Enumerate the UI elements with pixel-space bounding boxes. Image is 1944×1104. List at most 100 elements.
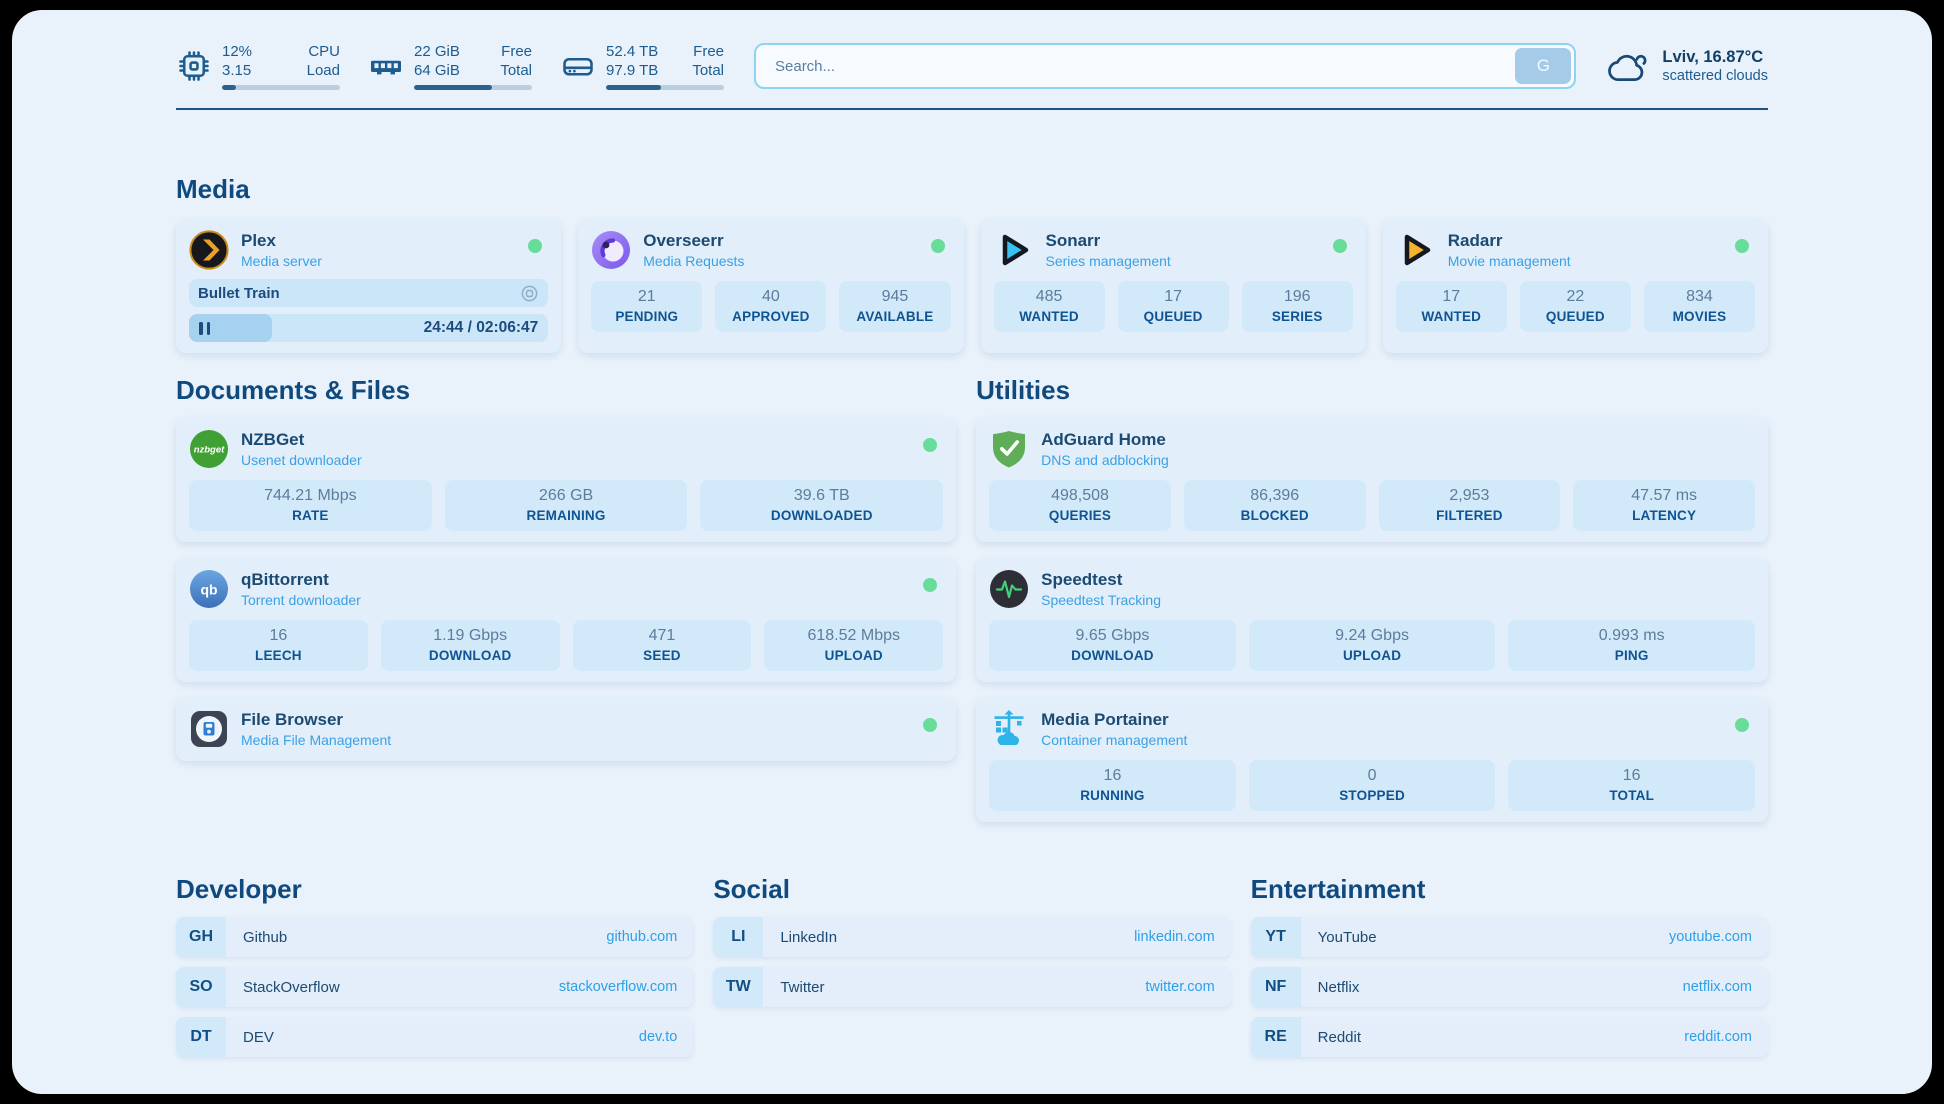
- disk-progress-track: [606, 85, 724, 90]
- service-card-sonarr[interactable]: Sonarr Series management 485 WANTED 17 Q…: [981, 219, 1366, 353]
- bookmark-group-developer: Developer GH Github github.com SO StackO…: [176, 874, 693, 1057]
- nzbget-icon: nzbget: [189, 429, 229, 469]
- status-dot: [1735, 718, 1749, 732]
- bookmark-stackoverflow[interactable]: SO StackOverflow stackoverflow.com: [176, 967, 693, 1007]
- qbittorrent-icon: qb: [189, 569, 229, 609]
- stat-box: 9.24 Gbps UPLOAD: [1249, 620, 1496, 671]
- bookmark-name: Github: [243, 929, 606, 946]
- service-card-overseerr[interactable]: Overseerr Media Requests 21 PENDING 40 A…: [578, 219, 963, 353]
- service-subtitle: DNS and adblocking: [1041, 452, 1169, 468]
- topbar-divider: [176, 108, 1768, 110]
- bookmark-name: Reddit: [1318, 1029, 1685, 1046]
- service-card-speedtest[interactable]: Speedtest Speedtest Tracking 9.65 Gbps D…: [976, 558, 1768, 682]
- resource-widgets: 12% 3.15 CPU Load: [176, 42, 724, 90]
- memory-total: 64 GiB: [414, 61, 460, 80]
- stat-box: 47.57 ms LATENCY: [1573, 480, 1755, 531]
- service-card-radarr[interactable]: Radarr Movie management 17 WANTED 22 QUE…: [1383, 219, 1768, 353]
- now-playing-row: Bullet Train: [189, 279, 548, 307]
- bookmark-group-social: Social LI LinkedIn linkedin.com TW Twitt…: [713, 874, 1230, 1007]
- stat-box: 1.19 Gbps DOWNLOAD: [381, 620, 560, 671]
- service-title: NZBGet: [241, 430, 362, 450]
- service-title: Overseerr: [643, 231, 744, 251]
- service-card-adguard[interactable]: AdGuard Home DNS and adblocking 498,508 …: [976, 418, 1768, 542]
- stat-box: 86,396 BLOCKED: [1184, 480, 1366, 531]
- plex-icon: [189, 230, 229, 270]
- stat-box: 498,508 QUERIES: [989, 480, 1171, 531]
- bookmark-twitter[interactable]: TW Twitter twitter.com: [713, 967, 1230, 1007]
- speedtest-icon: [989, 569, 1029, 609]
- stat-box: 22 QUEUED: [1520, 281, 1631, 332]
- now-playing-progress: 24:44 / 02:06:47: [189, 314, 548, 342]
- service-subtitle: Speedtest Tracking: [1041, 592, 1161, 608]
- stat-box: 744.21 Mbps RATE: [189, 480, 432, 531]
- bookmark-abbr: GH: [176, 917, 226, 957]
- section-title-utilities: Utilities: [976, 375, 1768, 406]
- cpu-progress-fill: [222, 85, 236, 90]
- search-input[interactable]: [759, 58, 1515, 75]
- status-dot: [923, 578, 937, 592]
- status-dot: [1735, 239, 1749, 253]
- bookmark-url: github.com: [606, 929, 677, 945]
- weather-location-temp: Lviv, 16.87°C: [1662, 48, 1768, 67]
- bookmark-name: DEV: [243, 1029, 639, 1046]
- bookmark-url: reddit.com: [1684, 1029, 1752, 1045]
- status-dot: [923, 438, 937, 452]
- bookmark-github[interactable]: GH Github github.com: [176, 917, 693, 957]
- service-subtitle: Usenet downloader: [241, 452, 362, 468]
- overseerr-icon: [591, 230, 631, 270]
- service-card-portainer[interactable]: Media Portainer Container management 16 …: [976, 698, 1768, 822]
- svg-text:qb: qb: [200, 582, 217, 598]
- bookmark-dev[interactable]: DT DEV dev.to: [176, 1017, 693, 1057]
- status-dot: [1333, 239, 1347, 253]
- service-card-plex[interactable]: Plex Media server Bullet Train: [176, 219, 561, 353]
- service-subtitle: Container management: [1041, 732, 1187, 748]
- service-card-filebrowser[interactable]: File Browser Media File Management: [176, 698, 956, 761]
- stat-box: 9.65 Gbps DOWNLOAD: [989, 620, 1236, 671]
- memory-progress-track: [414, 85, 532, 90]
- service-card-qbittorrent[interactable]: qb qBittorrent Torrent downloader 16: [176, 558, 956, 682]
- service-title: qBittorrent: [241, 570, 361, 590]
- pause-icon[interactable]: [199, 322, 210, 335]
- bookmark-name: LinkedIn: [780, 929, 1134, 946]
- section-title-developer: Developer: [176, 874, 693, 905]
- service-subtitle: Media File Management: [241, 732, 391, 748]
- service-title: AdGuard Home: [1041, 430, 1169, 450]
- service-card-nzbget[interactable]: nzbget NZBGet Usenet downloader 744.21 M…: [176, 418, 956, 542]
- radarr-icon: [1396, 230, 1436, 270]
- bookmark-reddit[interactable]: RE Reddit reddit.com: [1251, 1017, 1768, 1057]
- portainer-icon: [989, 709, 1029, 749]
- stat-box: 485 WANTED: [994, 281, 1105, 332]
- bookmark-abbr: DT: [176, 1017, 226, 1057]
- bookmark-linkedin[interactable]: LI LinkedIn linkedin.com: [713, 917, 1230, 957]
- search-provider-button[interactable]: G: [1515, 48, 1571, 84]
- status-dot: [923, 718, 937, 732]
- cpu-progress-track: [222, 85, 340, 90]
- weather-widget[interactable]: Lviv, 16.87°C scattered clouds: [1606, 46, 1768, 86]
- svg-text:nzbget: nzbget: [194, 445, 225, 456]
- disk-label-1: Free: [692, 42, 724, 61]
- stat-box: 16 RUNNING: [989, 760, 1236, 811]
- bookmark-name: Netflix: [1318, 979, 1683, 996]
- stop-icon[interactable]: [520, 284, 539, 303]
- bookmark-abbr: YT: [1251, 917, 1301, 957]
- top-bar: 12% 3.15 CPU Load: [176, 42, 1768, 90]
- section-title-documents: Documents & Files: [176, 375, 956, 406]
- search-bar: G: [754, 43, 1576, 89]
- bookmark-netflix[interactable]: NF Netflix netflix.com: [1251, 967, 1768, 1007]
- stat-box: 17 WANTED: [1396, 281, 1507, 332]
- cpu-widget: 12% 3.15 CPU Load: [176, 42, 340, 90]
- stat-box: 196 SERIES: [1242, 281, 1353, 332]
- stat-box: 471 SEED: [573, 620, 752, 671]
- bookmark-youtube[interactable]: YT YouTube youtube.com: [1251, 917, 1768, 957]
- stat-box: 0.993 ms PING: [1508, 620, 1755, 671]
- stat-box: 945 AVAILABLE: [839, 281, 950, 332]
- now-playing-time: 24:44 / 02:06:47: [424, 319, 549, 337]
- section-utilities: Utilities AdGuard Home DNS and adblockin…: [976, 375, 1768, 822]
- now-playing-title: Bullet Train: [198, 285, 520, 302]
- sonarr-icon: [994, 230, 1034, 270]
- disk-free: 52.4 TB: [606, 42, 658, 61]
- section-documents: Documents & Files nzbget NZBGet Usenet d…: [176, 375, 956, 822]
- bookmark-group-entertainment: Entertainment YT YouTube youtube.com NF …: [1251, 874, 1768, 1057]
- bookmark-url: dev.to: [639, 1029, 677, 1045]
- service-subtitle: Movie management: [1448, 253, 1571, 269]
